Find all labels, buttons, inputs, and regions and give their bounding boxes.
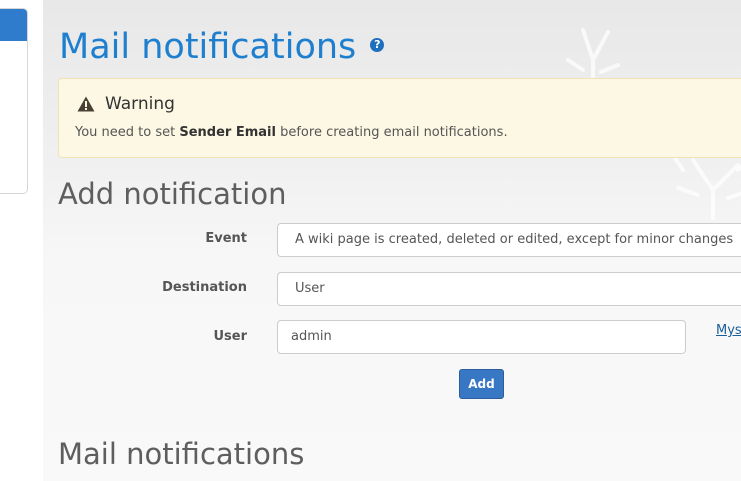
sidebar-panel: [0, 8, 28, 194]
event-label: Event: [205, 231, 247, 246]
add-button[interactable]: Add: [459, 369, 504, 399]
event-select[interactable]: A wiki page is created, deleted or edite…: [277, 223, 741, 257]
sender-email-text: Sender Email: [179, 125, 276, 140]
myself-link[interactable]: Mys: [716, 323, 741, 338]
warning-alert: Warning You need to set Sender Email bef…: [58, 78, 741, 158]
help-icon[interactable]: ?: [370, 38, 385, 52]
mail-notifications-heading: Mail notifications: [58, 437, 305, 471]
sidebar-header-bar: [0, 9, 27, 41]
main-content: Mail notifications? Warning You need to …: [43, 0, 741, 481]
warning-message: You need to set Sender Email before crea…: [75, 125, 508, 140]
page-title: Mail notifications?: [59, 26, 385, 68]
destination-label: Destination: [162, 280, 247, 295]
warning-triangle-icon: [77, 96, 95, 112]
user-input[interactable]: admin: [277, 320, 686, 354]
warning-title: Warning: [105, 94, 175, 114]
user-label: User: [213, 329, 247, 344]
warning-header: Warning: [77, 94, 175, 114]
destination-select[interactable]: User: [277, 272, 741, 306]
add-notification-heading: Add notification: [58, 177, 287, 211]
